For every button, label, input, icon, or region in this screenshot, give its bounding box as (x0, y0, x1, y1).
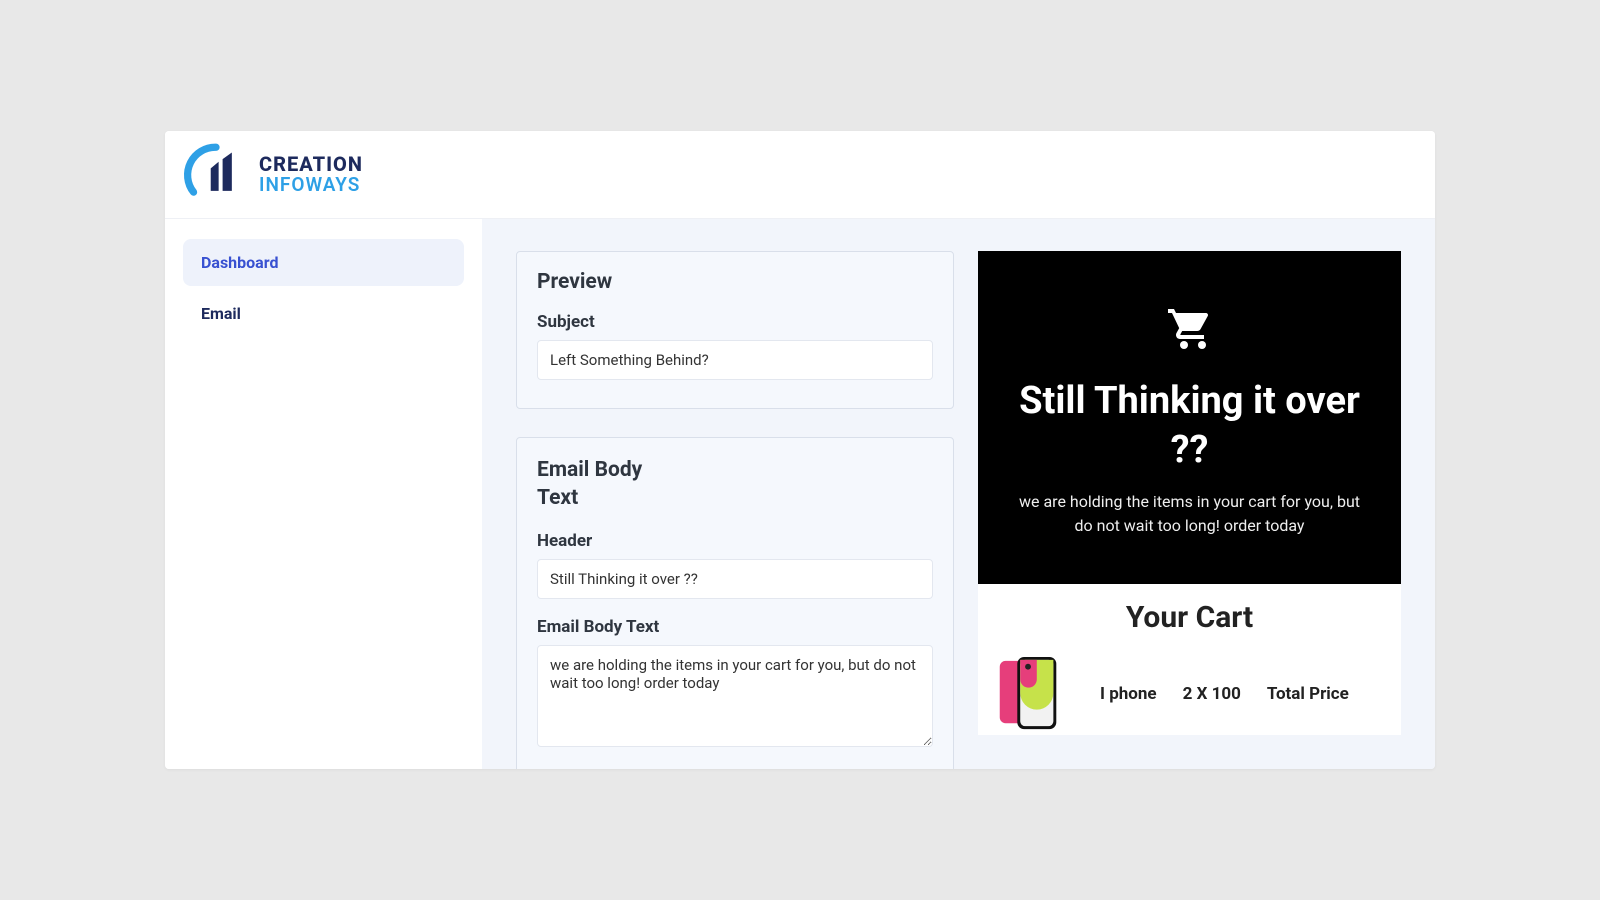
brand-text: CREATION INFOWAYS (259, 154, 363, 195)
sidebar: Dashboard Email (165, 219, 482, 769)
body-row: Dashboard Email Preview Subject Email Bo… (165, 219, 1435, 769)
cart-row: I phone 2 X 100 Total Price (988, 653, 1391, 735)
brand-line2: INFOWAYS (259, 175, 363, 195)
brand-logo: CREATION INFOWAYS (183, 142, 363, 208)
topbar: CREATION INFOWAYS (165, 131, 1435, 219)
cart-item-name: I phone (1100, 684, 1157, 704)
email-hero: Still Thinking it over ?? we are holding… (978, 251, 1401, 584)
cart-icon (1000, 305, 1379, 353)
product-image (988, 653, 1070, 735)
main-content: Preview Subject Email Body Text Header E… (482, 219, 1435, 769)
cart-cells: I phone 2 X 100 Total Price (1100, 684, 1349, 704)
header-input[interactable] (537, 559, 933, 599)
cart-item-total-label: Total Price (1267, 684, 1349, 704)
sidebar-item-email[interactable]: Email (183, 290, 464, 337)
email-body-panel: Email Body Text Header Email Body Text (516, 437, 954, 769)
email-body-title-l2: Text (537, 484, 933, 512)
sidebar-item-dashboard[interactable]: Dashboard (183, 239, 464, 286)
email-cart-title: Your Cart (988, 600, 1391, 635)
email-body-title-l1: Email Body (537, 456, 933, 484)
email-body-panel-title: Email Body Text (537, 456, 933, 513)
preview-panel: Preview Subject (516, 251, 954, 409)
preview-panel-title: Preview (537, 270, 933, 294)
subject-label: Subject (537, 312, 933, 332)
cart-item-qty-price: 2 X 100 (1183, 684, 1241, 704)
app-frame: CREATION INFOWAYS Dashboard Email Previe… (165, 131, 1435, 769)
email-cart-section: Your Cart (978, 584, 1401, 735)
form-column: Preview Subject Email Body Text Header E… (516, 251, 954, 769)
body-text-label: Email Body Text (537, 617, 933, 637)
brand-line1: CREATION (259, 154, 363, 175)
subject-input[interactable] (537, 340, 933, 380)
email-hero-subtitle: we are holding the items in your cart fo… (1010, 490, 1370, 538)
body-text-input[interactable] (537, 645, 933, 747)
header-label: Header (537, 531, 933, 551)
email-hero-title: Still Thinking it over ?? (1000, 377, 1379, 476)
brand-mark-icon (183, 142, 249, 208)
email-preview-column: Still Thinking it over ?? we are holding… (978, 251, 1401, 769)
